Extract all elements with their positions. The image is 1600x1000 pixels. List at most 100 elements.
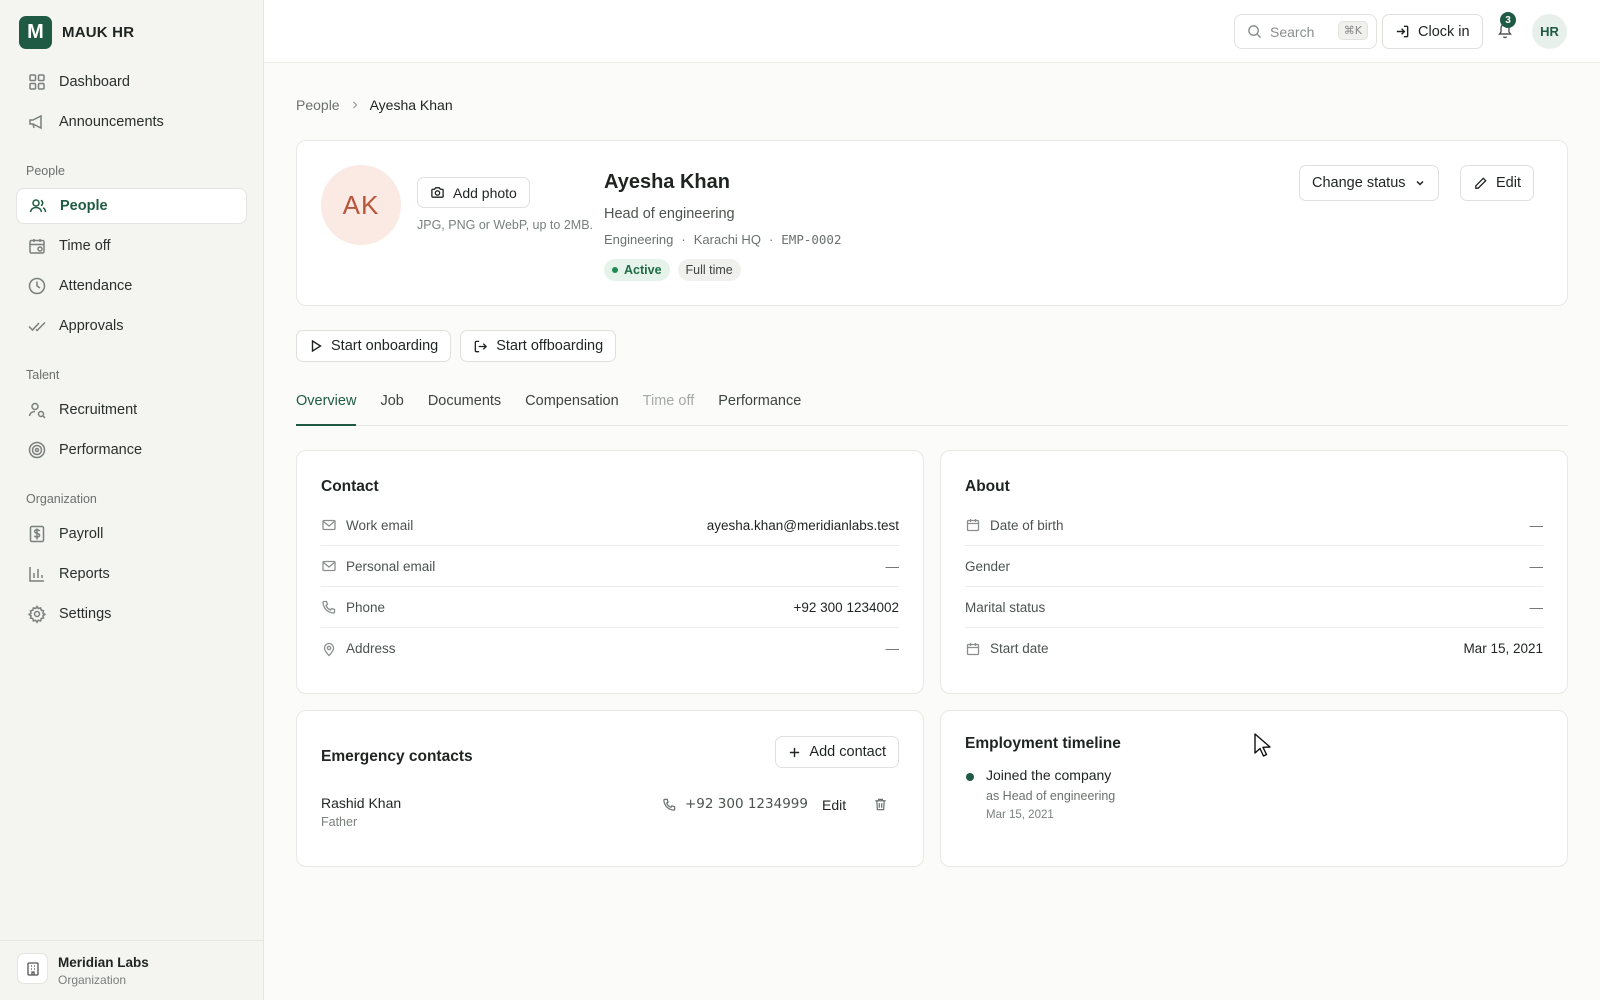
row-value: — xyxy=(1529,599,1544,615)
sidebar-item-settings[interactable]: Settings xyxy=(16,596,247,632)
org-switcher[interactable]: Meridian Labs Organization xyxy=(0,940,264,1000)
target-icon xyxy=(27,440,47,460)
sidebar-item-people[interactable]: People xyxy=(16,188,247,224)
search-icon xyxy=(1247,24,1262,39)
calendar-icon xyxy=(965,517,981,533)
chevron-down-icon xyxy=(1414,177,1426,189)
nav-section-title: Organization xyxy=(26,492,97,506)
tab-compensation[interactable]: Compensation xyxy=(525,390,619,426)
row-value[interactable]: ayesha.khan@meridianlabs.test xyxy=(707,518,899,533)
sidebar-item-label: Time off xyxy=(59,238,111,254)
contact-row-phone: Phone +92 300 1234002 xyxy=(321,587,899,628)
sidebar-item-label: Performance xyxy=(59,442,143,458)
sidebar-item-time-off[interactable]: Time off xyxy=(16,228,247,264)
org-name: Meridian Labs xyxy=(58,955,149,970)
sidebar-item-recruitment[interactable]: Recruitment xyxy=(16,392,247,428)
tab-job[interactable]: Job xyxy=(380,390,403,426)
sidebar-item-attendance[interactable]: Attendance xyxy=(16,268,247,304)
sidebar-item-announcements[interactable]: Announcements xyxy=(16,104,247,140)
contact-row-address: Address — xyxy=(321,628,899,669)
sidebar-item-reports[interactable]: Reports xyxy=(16,556,247,592)
sidebar-item-dashboard[interactable]: Dashboard xyxy=(16,64,247,100)
row-value: — xyxy=(1529,558,1544,574)
row-label: Gender xyxy=(965,558,1011,574)
contact-card: Contact Work email ayesha.khan@meridianl… xyxy=(296,450,924,694)
clock-icon xyxy=(27,276,47,296)
search-shortcut: ⌘K xyxy=(1337,21,1368,40)
sidebar-item-label: Attendance xyxy=(59,278,133,294)
row-label-wrap: Start date xyxy=(965,641,1049,657)
sidebar-item-payroll[interactable]: Payroll xyxy=(16,516,247,552)
profile-tabs: Overview Job Documents Compensation Time… xyxy=(296,390,1568,426)
row-label: Start date xyxy=(990,641,1049,656)
change-status-label: Change status xyxy=(1312,175,1406,191)
emergency-contact-name: Rashid Khan xyxy=(321,795,402,811)
plus-icon xyxy=(788,746,801,759)
brand[interactable]: M MAUK HR xyxy=(19,16,134,49)
breadcrumb-current: Ayesha Khan xyxy=(369,97,453,113)
card-title: Emergency contacts xyxy=(321,748,473,765)
edit-profile-button[interactable]: Edit xyxy=(1460,165,1534,201)
user-avatar[interactable]: HR xyxy=(1532,14,1567,49)
status-badges: Active Full time xyxy=(604,259,741,281)
card-title: About xyxy=(965,478,1010,495)
nav-section-title: Talent xyxy=(26,368,60,382)
sign-in-icon xyxy=(1395,24,1410,39)
change-status-button[interactable]: Change status xyxy=(1299,165,1439,201)
contact-row-personal-email: Personal email — xyxy=(321,546,899,587)
breadcrumb-parent[interactable]: People xyxy=(296,97,340,113)
status-dot xyxy=(612,267,618,273)
sidebar-item-approvals[interactable]: Approvals xyxy=(16,308,247,344)
pencil-icon xyxy=(1473,176,1488,191)
add-photo-button[interactable]: Add photo xyxy=(417,177,530,208)
sidebar-item-label: People xyxy=(60,198,108,214)
about-card: About Date of birth — Gender — Marital s… xyxy=(940,450,1568,694)
status-badge: Active xyxy=(604,259,670,281)
employee-location: Karachi HQ xyxy=(693,232,761,247)
status-label: Active xyxy=(624,263,662,277)
camera-icon xyxy=(430,185,445,200)
sidebar-item-performance[interactable]: Performance xyxy=(16,432,247,468)
notification-badge: 3 xyxy=(1500,12,1516,28)
mail-icon xyxy=(321,517,337,533)
trash-icon[interactable] xyxy=(873,797,888,812)
timeline-event: Joined the company xyxy=(986,767,1112,783)
phone-icon xyxy=(321,599,337,615)
bar-chart-icon xyxy=(27,564,47,584)
row-label-wrap: Gender xyxy=(965,559,1010,574)
about-row-gender: Gender — xyxy=(965,546,1543,587)
row-value: — xyxy=(885,641,900,656)
megaphone-icon xyxy=(27,112,47,132)
card-title: Employment timeline xyxy=(965,735,1121,752)
row-label: Phone xyxy=(346,599,386,615)
row-label: Address xyxy=(346,641,396,656)
sidebar: M MAUK HR Dashboard Announcements People… xyxy=(0,0,264,1000)
row-label: Personal email xyxy=(346,558,436,574)
brand-name: MAUK HR xyxy=(62,24,135,41)
employee-name: Ayesha Khan xyxy=(604,171,730,193)
start-onboarding-button[interactable]: Start onboarding xyxy=(296,330,452,362)
play-icon xyxy=(309,339,323,353)
employee-meta: Engineering · Karachi HQ · EMP-0002 xyxy=(604,232,842,247)
calendar-icon xyxy=(27,236,47,256)
start-offboarding-button[interactable]: Start offboarding xyxy=(460,330,617,362)
clock-in-button[interactable]: Clock in xyxy=(1382,14,1483,49)
profile-avatar: AK xyxy=(321,165,401,245)
org-subtitle: Organization xyxy=(58,973,127,987)
emergency-contact-relation: Father xyxy=(321,815,358,829)
sidebar-item-label: Announcements xyxy=(59,114,164,130)
tab-performance[interactable]: Performance xyxy=(718,390,801,426)
search-input[interactable]: Search ⌘K xyxy=(1234,14,1377,49)
row-label-wrap: Work email xyxy=(321,517,413,533)
breadcrumb: People Ayesha Khan xyxy=(296,97,453,113)
add-contact-button[interactable]: Add contact xyxy=(775,736,899,768)
tab-overview[interactable]: Overview xyxy=(296,390,357,426)
about-row-marital-status: Marital status — xyxy=(965,587,1543,628)
tab-documents[interactable]: Documents xyxy=(428,390,501,426)
log-out-icon xyxy=(473,339,488,354)
building-icon xyxy=(17,953,48,984)
row-label-wrap: Address xyxy=(321,641,396,657)
sidebar-item-label: Approvals xyxy=(59,318,124,334)
start-offboarding-label: Start offboarding xyxy=(496,338,604,354)
edit-contact-button[interactable]: Edit xyxy=(822,797,846,813)
